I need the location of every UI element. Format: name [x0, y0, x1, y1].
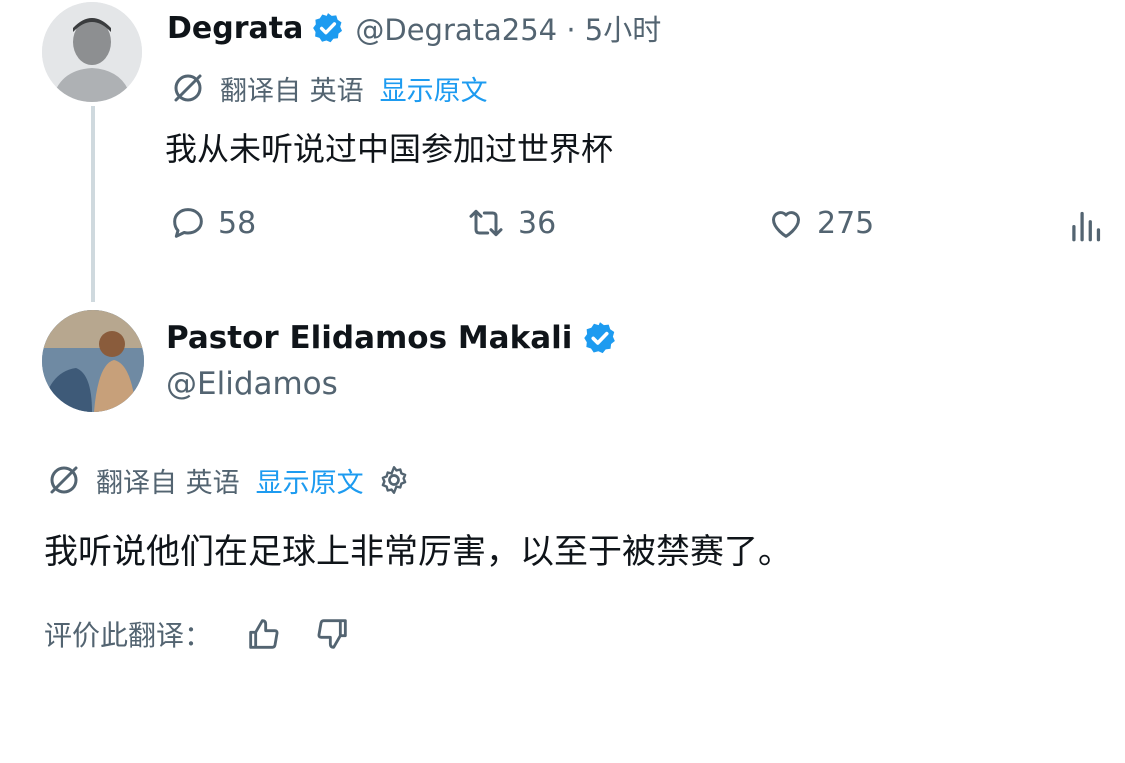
avatar-elidamos[interactable]: [42, 310, 144, 412]
tweet2-header: Pastor Elidamos Makali: [166, 316, 618, 360]
like-icon: [772, 211, 800, 238]
avatar-image: [42, 2, 142, 102]
thumbs-up-icon[interactable]: [244, 614, 284, 654]
author-name[interactable]: Degrata: [167, 11, 303, 46]
author-handle[interactable]: @Elidamos: [166, 366, 338, 402]
retweet-count: 36: [518, 205, 557, 241]
show-original-link[interactable]: 显示原文: [380, 69, 488, 108]
like-count: 275: [817, 205, 875, 241]
like-button[interactable]: 275: [765, 203, 874, 243]
tweet1-translation-notice: 翻译自 英语 显示原文: [170, 68, 488, 108]
tweet1-header: Degrata @Degrata254 · 5小时: [167, 6, 661, 50]
thread-line: [91, 106, 95, 302]
translated-from-label: 翻译自 英语: [220, 75, 364, 107]
retweet-icon: [469, 209, 503, 237]
verified-badge-icon: [584, 322, 616, 354]
reply-button[interactable]: 58: [168, 203, 256, 243]
verified-badge-icon: [313, 13, 343, 43]
reply-count: 58: [218, 205, 257, 241]
rate-translation: 评价此翻译：: [44, 612, 352, 656]
views-button[interactable]: [1067, 207, 1117, 243]
tweet1-text: 我从未听说过中国参加过世界杯: [165, 130, 614, 168]
rate-translation-label: 评价此翻译：: [44, 619, 213, 652]
tweet2-text: 我听说他们在足球上非常厉害，以至于被禁赛了。: [44, 532, 792, 572]
retweet-button[interactable]: 36: [464, 203, 556, 243]
translated-from-label: 翻译自 英语: [96, 467, 240, 499]
reply-icon: [173, 208, 203, 238]
avatar-degrata[interactable]: [42, 2, 142, 102]
gear-icon[interactable]: [376, 462, 412, 498]
show-original-link[interactable]: 显示原文: [256, 461, 364, 500]
translate-icon: [50, 466, 78, 494]
author-handle-time[interactable]: @Degrata254 · 5小时: [355, 7, 661, 49]
author-name[interactable]: Pastor Elidamos Makali: [166, 320, 572, 356]
tweet2-translation-notice: 翻译自 英语 显示原文: [46, 460, 412, 500]
avatar-image: [42, 310, 144, 412]
translate-icon: [174, 74, 202, 102]
thumbs-down-icon[interactable]: [312, 614, 352, 654]
views-icon: [1072, 211, 1101, 242]
